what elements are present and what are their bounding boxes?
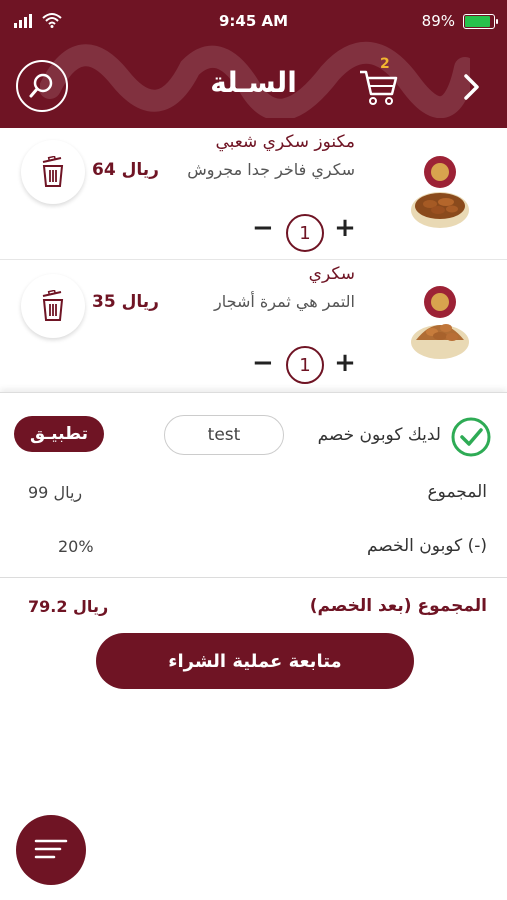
checkout-button[interactable]: متابعة عملية الشراء (96, 633, 414, 689)
final-total-value: 79.2 ريال (28, 597, 109, 616)
quantity-decrease-button[interactable]: − (252, 348, 274, 378)
menu-icon (34, 839, 68, 859)
quantity-increase-button[interactable]: + (334, 348, 356, 378)
item-description: التمر هي ثمرة أشجار (214, 292, 355, 311)
discount-value: 20% (58, 537, 94, 556)
coupon-code-input[interactable] (164, 415, 284, 455)
item-description: سكري فاخر جدا مجروش (187, 160, 355, 179)
status-bar: 9:45 AM 89% (0, 0, 507, 44)
discount-label: كوبون الخصم (-) (366, 536, 487, 556)
quantity-decrease-button[interactable]: − (252, 213, 274, 243)
product-image (411, 156, 469, 228)
quantity-value: 1 (286, 214, 324, 252)
forward-button[interactable] (457, 70, 487, 104)
item-name: سكري (308, 264, 355, 284)
order-summary: لديك كوبون خصم تطبيـق المجموع 99 ريال كو… (0, 392, 507, 900)
battery-percent: 89% (421, 12, 455, 30)
product-image (411, 286, 469, 359)
menu-button[interactable] (16, 815, 86, 885)
total-value: 99 ريال (28, 483, 83, 502)
total-label: المجموع (427, 482, 487, 502)
delete-item-button[interactable] (21, 274, 85, 338)
quantity-value: 1 (286, 346, 324, 384)
trash-icon (42, 290, 64, 321)
item-price: 35 ريال (92, 292, 159, 312)
cart-item: سكري التمر هي ثمرة أشجار 35 ريال − 1 + (0, 259, 507, 389)
quantity-increase-button[interactable]: + (334, 213, 356, 243)
header: 9:45 AM 89% السـلة 2 (0, 0, 507, 128)
cart-icon[interactable] (358, 64, 400, 108)
chevron-right-icon (464, 74, 479, 100)
check-circle-icon[interactable] (450, 416, 492, 458)
coupon-label: لديك كوبون خصم (317, 425, 441, 445)
cart-item: مكنوز سكري شعبي سكري فاخر جدا مجروش 64 ر… (0, 128, 507, 258)
divider (0, 577, 507, 578)
page-title: السـلة (210, 66, 297, 99)
apply-coupon-button[interactable]: تطبيـق (14, 416, 104, 452)
battery-icon (463, 14, 498, 29)
item-name: مكنوز سكري شعبي (215, 132, 356, 152)
final-total-label: المجموع (بعد الخصم) (309, 596, 487, 616)
battery-fill (465, 16, 490, 27)
delete-item-button[interactable] (21, 140, 85, 204)
cart-count-badge: 2 (380, 56, 390, 72)
item-price: 64 ريال (92, 160, 159, 180)
trash-icon (42, 156, 64, 187)
